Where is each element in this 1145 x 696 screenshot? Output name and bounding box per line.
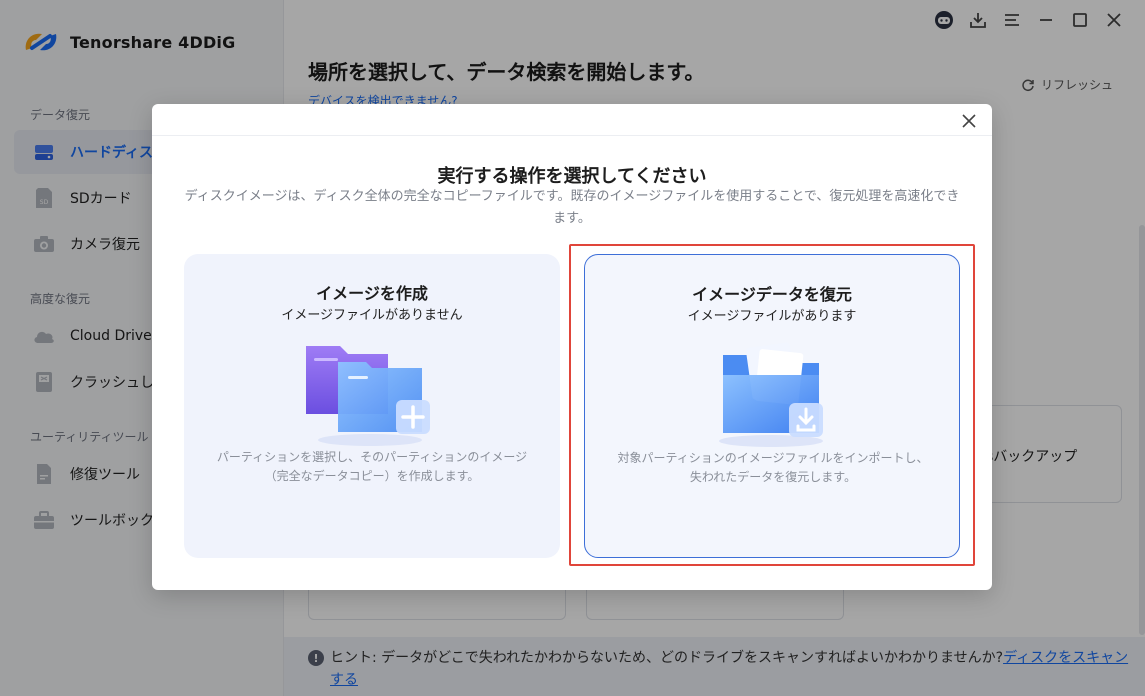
- dialog-description: ディスクイメージは、ディスク全体の完全なコピーファイルです。既存のイメージファイ…: [184, 189, 960, 226]
- option-title: イメージデータを復元: [692, 285, 852, 304]
- close-icon: [962, 114, 976, 128]
- option-title: イメージを作成: [316, 284, 428, 303]
- restore-image-folder-icon: [701, 337, 841, 449]
- option-subtitle: イメージファイルがありません: [281, 308, 463, 323]
- dialog-close-button[interactable]: [958, 110, 980, 132]
- restore-image-option[interactable]: イメージデータを復元 イメージファイルがあります 対象パーティションのイメージフ…: [584, 254, 960, 558]
- option-subtitle: イメージファイルがあります: [687, 309, 857, 324]
- operation-select-dialog: 実行する操作を選択してください ディスクイメージは、ディスク全体の完全なコピーフ…: [152, 104, 992, 590]
- create-image-folder-icon: [300, 336, 440, 448]
- option-description: 対象パーティションのイメージファイルをインポートし、失われたデータを復元します。: [617, 451, 929, 484]
- dialog-title: 実行する操作を選択してください: [437, 166, 707, 187]
- option-description: パーティションを選択し、そのパーティションのイメージ（完全なデータコピー）を作成…: [216, 450, 528, 483]
- create-image-option[interactable]: イメージを作成 イメージファイルがありません パーティションを選択し、そのパーテ…: [184, 254, 560, 558]
- dialog-divider: [152, 135, 992, 136]
